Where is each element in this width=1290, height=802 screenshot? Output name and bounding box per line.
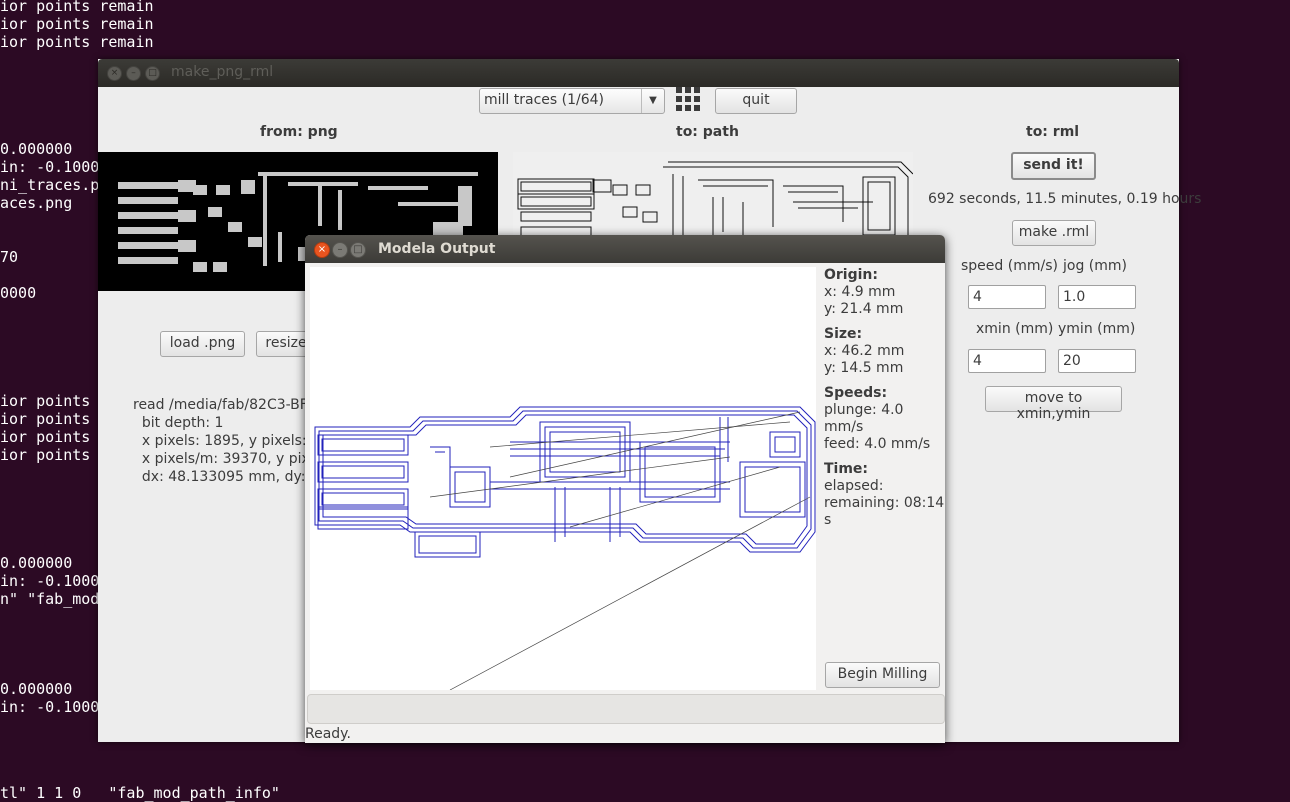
ymin-label: ymin (mm)	[1058, 321, 1136, 337]
grid-icon[interactable]	[676, 87, 702, 113]
terminal-line: 0000	[0, 284, 37, 302]
maximize-icon[interactable]: □	[145, 66, 160, 81]
terminal-line: ior points	[0, 446, 91, 464]
ymin-input[interactable]: 20	[1058, 349, 1136, 373]
minimize-icon[interactable]: –	[126, 66, 141, 81]
main-titlebar[interactable]: × – □ make_png_rml	[98, 59, 1179, 87]
dialog-titlebar[interactable]: × – □ Modela Output	[305, 235, 945, 263]
plunge-speed: plunge: 4.0 mm/s	[824, 402, 904, 435]
time-estimate: 692 seconds, 11.5 minutes, 0.19 hours	[928, 191, 1202, 207]
size-heading: Size:	[824, 326, 863, 342]
terminal-line: in: -0.10000	[0, 698, 109, 716]
feed-speed: feed: 4.0 mm/s	[824, 436, 931, 452]
xmin-input[interactable]: 4	[968, 349, 1046, 373]
speed-input[interactable]: 4	[968, 285, 1046, 309]
size-x: x: 46.2 mm	[824, 343, 905, 359]
dialog-title: Modela Output	[378, 241, 496, 257]
time-heading: Time:	[824, 461, 869, 477]
jog-label: jog (mm)	[1063, 258, 1127, 274]
terminal-line: ior points remain	[0, 15, 154, 33]
origin-y: y: 21.4 mm	[824, 301, 904, 317]
terminal-line: 0.000000	[0, 680, 73, 698]
maximize-icon[interactable]: □	[350, 242, 366, 258]
toolpath-canvas	[310, 267, 816, 690]
terminal-line: 0.000000	[0, 140, 73, 158]
terminal-line: tl" 1 1 0 "fab_mod_path_info"	[0, 784, 280, 802]
close-icon[interactable]: ×	[314, 242, 330, 258]
mode-select-value: mill traces (1/64)	[484, 92, 604, 108]
send-it-button[interactable]: send it!	[1011, 152, 1096, 180]
terminal-line: 70	[0, 248, 19, 266]
output-info-panel: Origin: x: 4.9 mm y: 21.4 mm Size: x: 46…	[824, 267, 945, 529]
terminal-line: ior points remain	[0, 33, 154, 51]
minimize-icon[interactable]: –	[332, 242, 348, 258]
size-y: y: 14.5 mm	[824, 360, 904, 376]
terminal-line: in: -0.10000	[0, 572, 109, 590]
status-text: Ready.	[305, 726, 351, 742]
terminal-line: ior points	[0, 410, 91, 428]
mode-select[interactable]: mill traces (1/64) ▼	[479, 88, 665, 114]
origin-heading: Origin:	[824, 267, 878, 283]
remaining-time: remaining: 08:14 s	[824, 495, 945, 528]
window-title: make_png_rml	[171, 64, 274, 80]
terminal-line: ior points	[0, 392, 91, 410]
load-png-button[interactable]: load .png	[160, 331, 245, 357]
begin-milling-button[interactable]: Begin Milling	[825, 662, 940, 688]
close-icon[interactable]: ×	[107, 66, 122, 81]
jog-input[interactable]: 1.0	[1058, 285, 1136, 309]
terminal-line: aces.png	[0, 194, 73, 212]
move-to-xmin-ymin-button[interactable]: move to xmin,ymin	[985, 386, 1122, 422]
modela-output-dialog: × – □ Modela Output Origin: x: 4.9 mm y:…	[305, 235, 945, 743]
make-rml-button[interactable]: make .rml	[1012, 220, 1096, 246]
quit-button[interactable]: quit	[715, 88, 797, 114]
terminal-line: ni_traces.pn	[0, 176, 109, 194]
origin-x: x: 4.9 mm	[824, 284, 896, 300]
progress-bar	[307, 694, 945, 724]
terminal-line: 0.000000	[0, 554, 73, 572]
to-rml-header: to: rml	[1026, 124, 1080, 140]
terminal-line: ior points	[0, 428, 91, 446]
to-path-header: to: path	[676, 124, 739, 140]
from-png-header: from: png	[260, 124, 338, 140]
elapsed-time: elapsed:	[824, 478, 884, 494]
png-info-text: read /media/fab/82C3-BF bit depth: 1 x p…	[133, 397, 328, 485]
speed-label: speed (mm/s)	[961, 258, 1058, 274]
terminal-line: ior points remain	[0, 0, 154, 15]
speeds-heading: Speeds:	[824, 385, 888, 401]
xmin-label: xmin (mm)	[976, 321, 1054, 337]
terminal-line: n" "fab_mod_	[0, 590, 109, 608]
chevron-down-icon[interactable]: ▼	[641, 89, 664, 113]
terminal-line: in: -0.10000	[0, 158, 109, 176]
